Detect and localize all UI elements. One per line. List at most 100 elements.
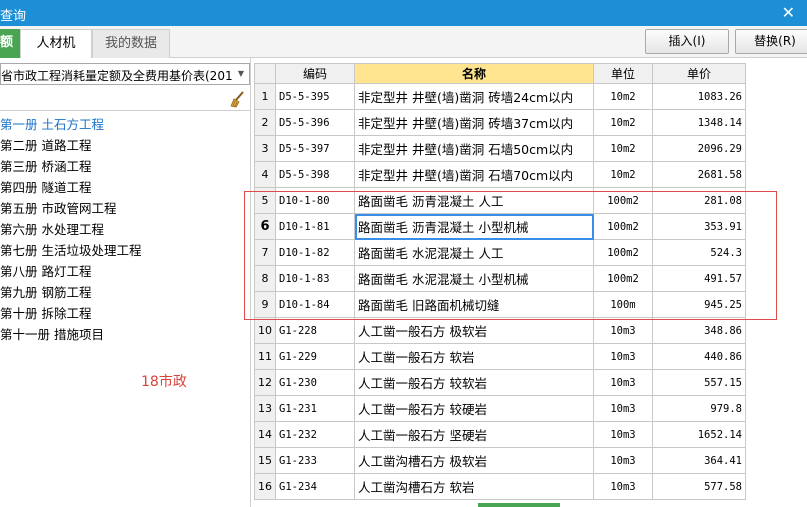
row-unit[interactable]: 100m2 — [593, 239, 653, 266]
header-name[interactable]: 名称 — [354, 63, 594, 84]
row-unit[interactable]: 100m2 — [593, 265, 653, 292]
row-name[interactable]: 路面凿毛 旧路面机械切缝 — [354, 291, 594, 318]
tree-item[interactable]: 第四册 隧道工程 — [0, 177, 250, 198]
row-unit[interactable]: 10m3 — [593, 395, 653, 422]
table-row[interactable]: 16 G1-234 人工凿沟槽石方 软岩 10m3 577.58 — [254, 473, 746, 500]
row-code[interactable]: D5-5-398 — [275, 161, 355, 188]
row-code[interactable]: G1-228 — [275, 317, 355, 344]
row-code[interactable]: G1-229 — [275, 343, 355, 370]
row-code[interactable]: G1-233 — [275, 447, 355, 474]
tree-item[interactable]: 第二册 道路工程 — [0, 135, 250, 156]
row-unit[interactable]: 10m2 — [593, 83, 653, 110]
tab-my-data[interactable]: 我的数据 — [92, 29, 170, 58]
row-code[interactable]: G1-232 — [275, 421, 355, 448]
table-row[interactable]: 15 G1-233 人工凿沟槽石方 极软岩 10m3 364.41 — [254, 447, 746, 474]
tree-item[interactable]: 第七册 生活垃圾处理工程 — [0, 240, 250, 261]
close-icon[interactable]: ✕ — [782, 3, 795, 22]
table-row[interactable]: 14 G1-232 人工凿一般石方 坚硬岩 10m3 1652.14 — [254, 421, 746, 448]
tree-item[interactable]: 第六册 水处理工程 — [0, 219, 250, 240]
row-price[interactable]: 1348.14 — [652, 109, 746, 136]
table-row[interactable]: 6 D10-1-81 路面凿毛 沥青混凝土 小型机械 100m2 353.91 — [254, 213, 746, 240]
tree-item[interactable]: 第三册 桥涵工程 — [0, 156, 250, 177]
table-row[interactable]: 2 D5-5-396 非定型井 井壁(墙)凿洞 砖墙37cm以内 10m2 1348.1… — [254, 109, 746, 136]
row-code[interactable]: D10-1-84 — [275, 291, 355, 318]
tree-item[interactable]: 第五册 市政管网工程 — [0, 198, 250, 219]
row-code[interactable]: G1-231 — [275, 395, 355, 422]
row-unit[interactable]: 10m3 — [593, 369, 653, 396]
row-name[interactable]: 路面凿毛 水泥混凝土 小型机械 — [354, 265, 594, 292]
row-name[interactable]: 人工凿一般石方 极软岩 — [354, 317, 594, 344]
row-code[interactable]: G1-234 — [275, 473, 355, 500]
row-code[interactable]: G1-230 — [275, 369, 355, 396]
row-price[interactable]: 440.86 — [652, 343, 746, 370]
row-unit[interactable]: 100m — [593, 291, 653, 318]
tree-item[interactable]: 第一册 土石方工程 — [0, 114, 250, 135]
table-row[interactable]: 8 D10-1-83 路面凿毛 水泥混凝土 小型机械 100m2 491.57 — [254, 265, 746, 292]
row-price[interactable]: 577.58 — [652, 473, 746, 500]
replace-button[interactable]: 替换(R) — [735, 29, 807, 54]
row-name[interactable]: 人工凿一般石方 坚硬岩 — [354, 421, 594, 448]
row-unit[interactable]: 10m2 — [593, 135, 653, 162]
row-code[interactable]: D10-1-83 — [275, 265, 355, 292]
table-row[interactable]: 1 D5-5-395 非定型井 井壁(墙)凿洞 砖墙24cm以内 10m2 1083.2… — [254, 83, 746, 110]
row-code[interactable]: D5-5-397 — [275, 135, 355, 162]
table-row[interactable]: 10 G1-228 人工凿一般石方 极软岩 10m3 348.86 — [254, 317, 746, 344]
row-unit[interactable]: 10m3 — [593, 421, 653, 448]
row-code[interactable]: D10-1-81 — [275, 213, 355, 240]
tab-labor-material-machine[interactable]: 人材机 — [20, 29, 92, 58]
row-name[interactable]: 路面凿毛 沥青混凝土 人工 — [354, 187, 594, 214]
header-unit[interactable]: 单位 — [593, 63, 653, 84]
row-code[interactable]: D5-5-396 — [275, 109, 355, 136]
table-row[interactable]: 13 G1-231 人工凿一般石方 较硬岩 10m3 979.8 — [254, 395, 746, 422]
row-price[interactable]: 348.86 — [652, 317, 746, 344]
tree-item[interactable]: 第九册 钢筋工程 — [0, 282, 250, 303]
table-row[interactable]: 5 D10-1-80 路面凿毛 沥青混凝土 人工 100m2 281.08 — [254, 187, 746, 214]
row-unit[interactable]: 100m2 — [593, 213, 653, 240]
row-name[interactable]: 人工凿沟槽石方 极软岩 — [354, 447, 594, 474]
row-price[interactable]: 364.41 — [652, 447, 746, 474]
chevron-down-icon[interactable]: ▼ — [233, 64, 249, 84]
row-name[interactable]: 路面凿毛 水泥混凝土 人工 — [354, 239, 594, 266]
row-unit[interactable]: 100m2 — [593, 187, 653, 214]
table-row[interactable]: 7 D10-1-82 路面凿毛 水泥混凝土 人工 100m2 524.3 — [254, 239, 746, 266]
tree-item[interactable]: 第十一册 措施项目 — [0, 324, 250, 345]
row-name[interactable]: 非定型井 井壁(墙)凿洞 石墙70cm以内 — [354, 161, 594, 188]
row-price[interactable]: 979.8 — [652, 395, 746, 422]
header-code[interactable]: 编码 — [275, 63, 355, 84]
tree-item[interactable]: 第十册 拆除工程 — [0, 303, 250, 324]
table-row[interactable]: 9 D10-1-84 路面凿毛 旧路面机械切缝 100m 945.25 — [254, 291, 746, 318]
tree-item[interactable]: 第八册 路灯工程 — [0, 261, 250, 282]
row-name[interactable]: 人工凿一般石方 较硬岩 — [354, 395, 594, 422]
row-code[interactable]: D10-1-80 — [275, 187, 355, 214]
row-price[interactable]: 353.91 — [652, 213, 746, 240]
row-price[interactable]: 945.25 — [652, 291, 746, 318]
row-code[interactable]: D5-5-395 — [275, 83, 355, 110]
row-name[interactable]: 人工凿沟槽石方 软岩 — [354, 473, 594, 500]
insert-button[interactable]: 插入(I) — [645, 29, 729, 54]
row-unit[interactable]: 10m2 — [593, 161, 653, 188]
table-row[interactable]: 3 D5-5-397 非定型井 井壁(墙)凿洞 石墙50cm以内 10m2 2096.2… — [254, 135, 746, 162]
row-price[interactable]: 1083.26 — [652, 83, 746, 110]
table-row[interactable]: 11 G1-229 人工凿一般石方 软岩 10m3 440.86 — [254, 343, 746, 370]
row-unit[interactable]: 10m3 — [593, 343, 653, 370]
table-row[interactable]: 12 G1-230 人工凿一般石方 较软岩 10m3 557.15 — [254, 369, 746, 396]
library-select[interactable]: 省市政工程消耗量定额及全费用基价表(2018 ▼ — [0, 63, 250, 85]
vertical-scrollbar[interactable] — [793, 58, 807, 507]
row-unit[interactable]: 10m3 — [593, 473, 653, 500]
row-price[interactable]: 491.57 — [652, 265, 746, 292]
row-price[interactable]: 2681.58 — [652, 161, 746, 188]
row-name[interactable]: 非定型井 井壁(墙)凿洞 砖墙24cm以内 — [354, 83, 594, 110]
row-price[interactable]: 281.08 — [652, 187, 746, 214]
row-unit[interactable]: 10m3 — [593, 447, 653, 474]
table-row[interactable]: 4 D5-5-398 非定型井 井壁(墙)凿洞 石墙70cm以内 10m2 2681.5… — [254, 161, 746, 188]
row-name[interactable]: 非定型井 井壁(墙)凿洞 石墙50cm以内 — [354, 135, 594, 162]
row-name[interactable]: 路面凿毛 沥青混凝土 小型机械 — [354, 213, 594, 240]
row-code[interactable]: D10-1-82 — [275, 239, 355, 266]
row-unit[interactable]: 10m2 — [593, 109, 653, 136]
tab-quota[interactable]: 额 — [0, 29, 20, 58]
row-price[interactable]: 524.3 — [652, 239, 746, 266]
row-price[interactable]: 1652.14 — [652, 421, 746, 448]
row-price[interactable]: 2096.29 — [652, 135, 746, 162]
row-unit[interactable]: 10m3 — [593, 317, 653, 344]
row-name[interactable]: 非定型井 井壁(墙)凿洞 砖墙37cm以内 — [354, 109, 594, 136]
